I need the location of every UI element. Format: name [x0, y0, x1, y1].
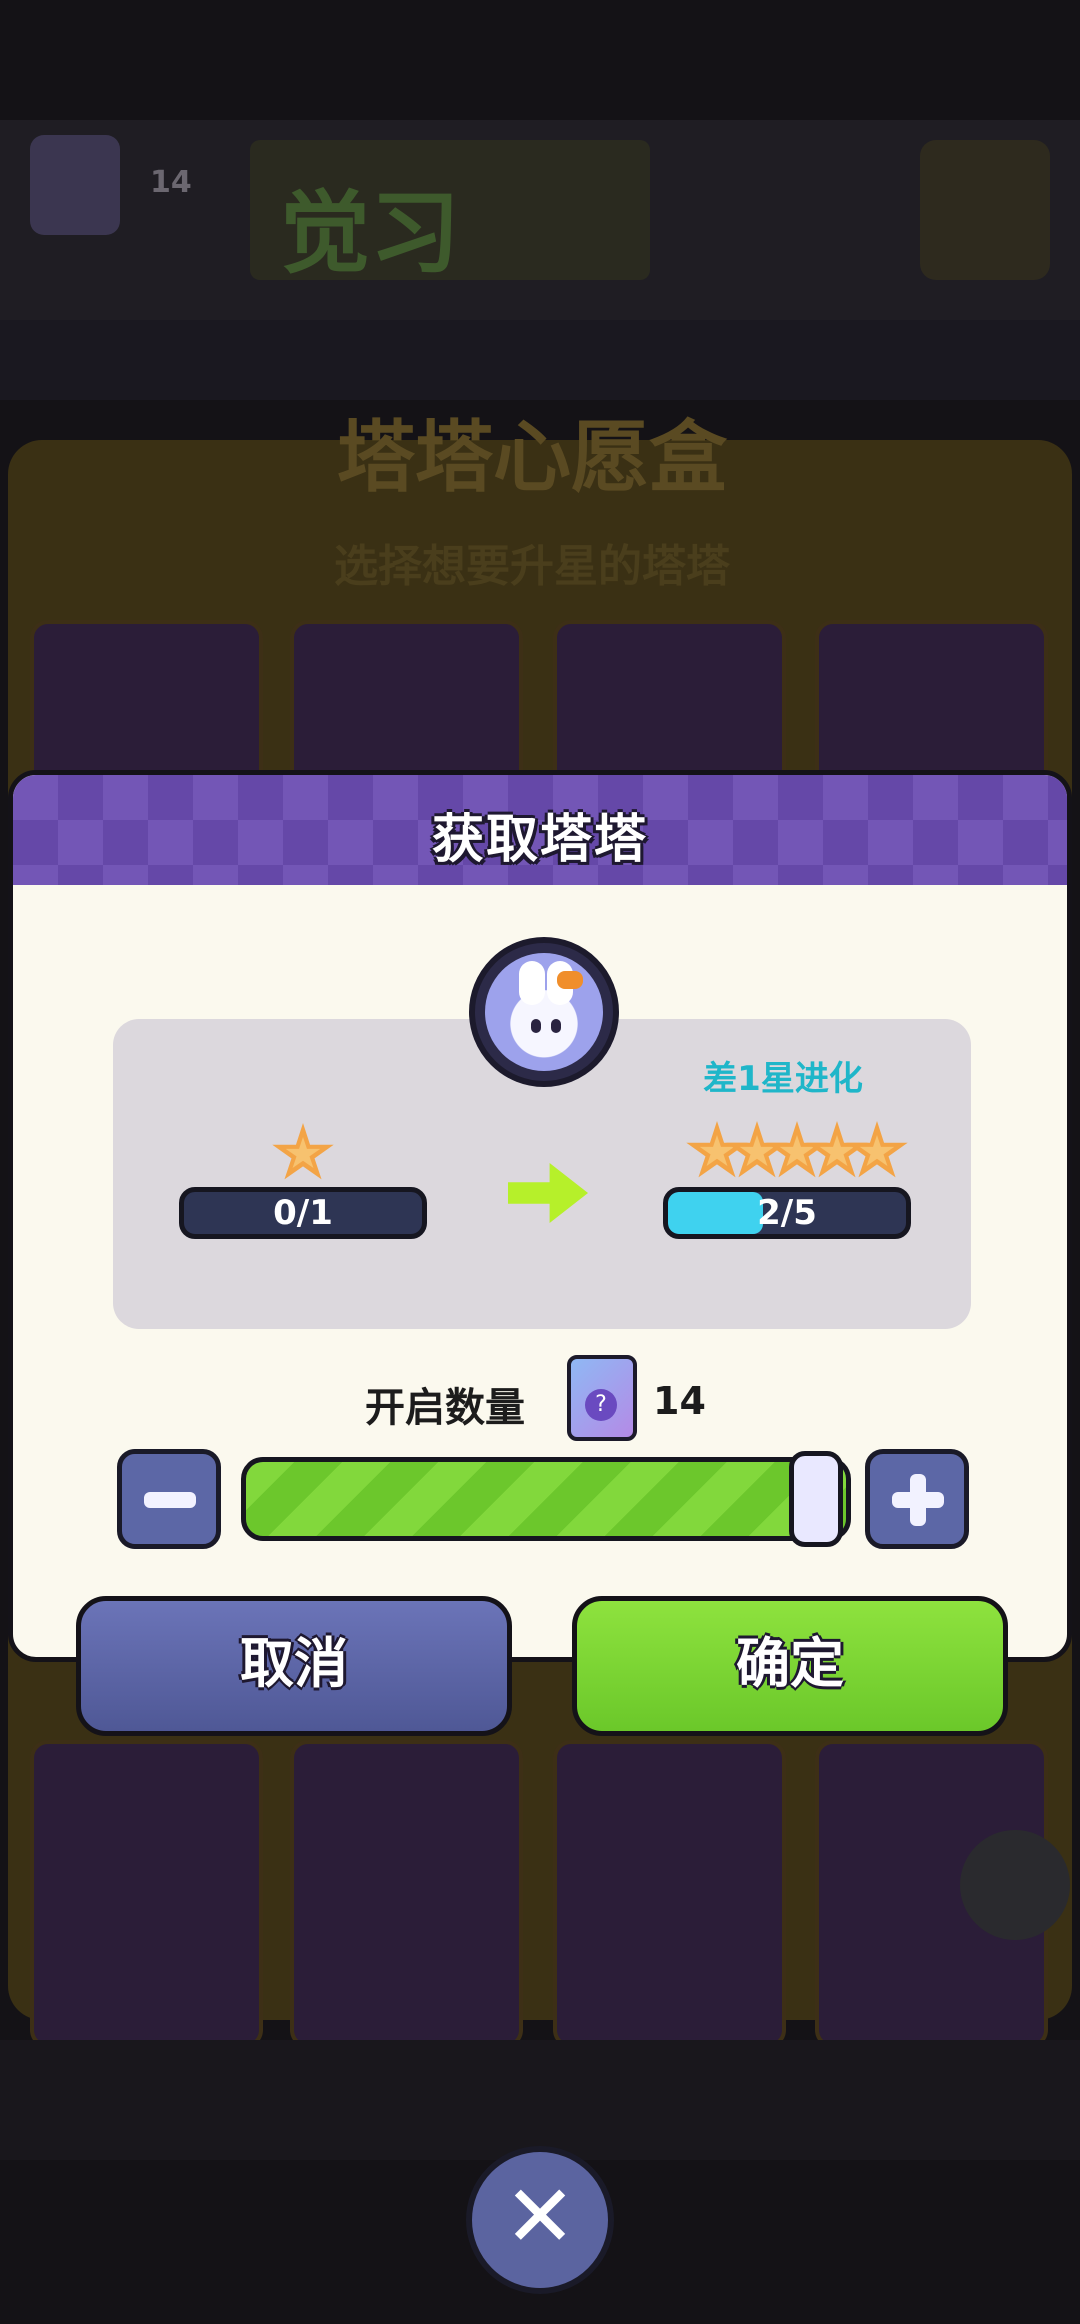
eye-icon [551, 1019, 561, 1033]
increase-button[interactable] [865, 1449, 969, 1549]
mystery-box-icon: ? [567, 1355, 637, 1441]
bg-bottom-bar [0, 2040, 1080, 2160]
slider-fill [246, 1462, 846, 1536]
bg-card [290, 1740, 523, 2048]
decrease-button[interactable] [117, 1449, 221, 1549]
box-count: 14 [653, 1379, 706, 1423]
bg-box-count: 14 [150, 165, 192, 200]
current-progress-text: 0/1 [273, 1193, 333, 1233]
open-quantity-label: 开启数量 [365, 1385, 525, 1431]
next-progress-bar: 2/5 [663, 1187, 911, 1239]
evolve-label: 差1星进化 [703, 1059, 863, 1099]
bg-panel-title: 塔塔心愿盒 [336, 413, 727, 503]
dialog-title: 获取塔塔 [431, 810, 648, 870]
minus-icon [144, 1492, 196, 1508]
plus-icon-vertical [910, 1474, 926, 1526]
next-progress-text: 2/5 [757, 1193, 817, 1233]
bg-panel-subtitle: 选择想要升星的塔塔 [334, 541, 730, 592]
bg-banner-text: 觉习 [280, 181, 460, 286]
bg-badge-icon [920, 140, 1050, 280]
bg-card [30, 1740, 263, 2048]
question-mark-icon: ? [585, 1389, 617, 1421]
tata-avatar [469, 937, 619, 1087]
slider-handle[interactable] [789, 1451, 843, 1547]
eye-icon [531, 1019, 541, 1033]
bg-box-icon [30, 135, 120, 235]
bunny-character-icon [485, 953, 603, 1071]
bg-filter-button [960, 1830, 1070, 1940]
confirm-button[interactable]: 确定 [572, 1596, 1008, 1736]
current-progress-bar: 0/1 [179, 1187, 427, 1239]
get-tata-dialog: 获取塔塔 0/1 差1星进化 2/5 开启数量 ? 14 [8, 770, 1072, 1662]
bg-stats-bar [0, 320, 1080, 400]
bow-icon [557, 971, 583, 989]
quantity-slider[interactable] [241, 1457, 851, 1541]
close-button[interactable]: ✕ [466, 2146, 614, 2294]
cancel-button[interactable]: 取消 [76, 1596, 512, 1736]
bunny-ear-icon [519, 961, 545, 1005]
bg-card [553, 1740, 786, 2048]
